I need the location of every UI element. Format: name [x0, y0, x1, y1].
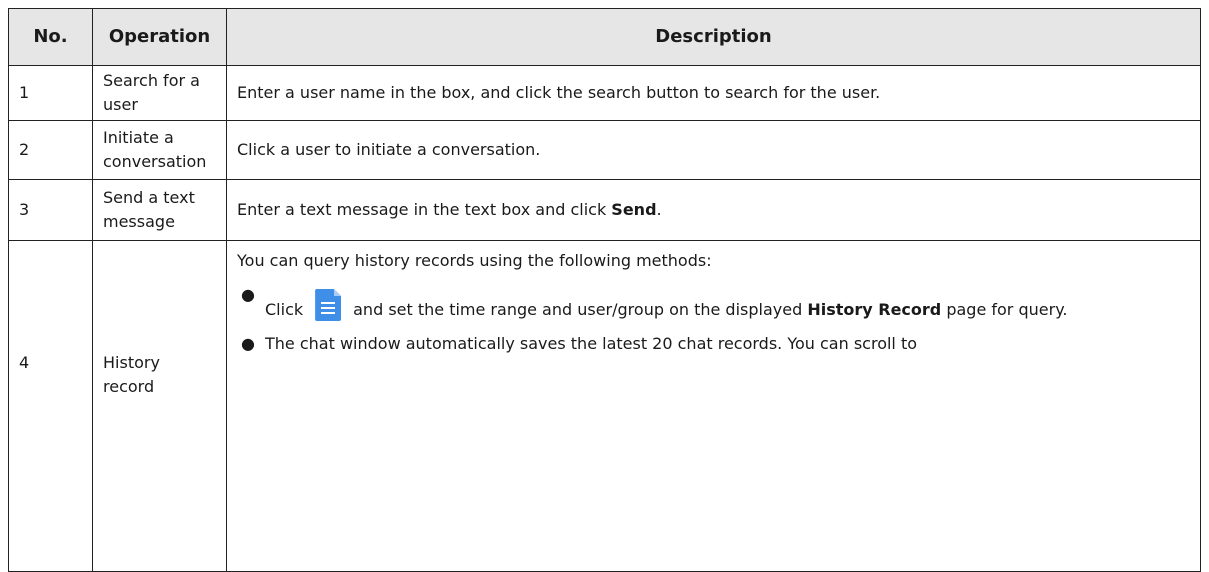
table-row: 2 Initiate a conversation Click a user t…	[8, 120, 1201, 180]
history-intro: You can query history records using the …	[237, 251, 712, 270]
send-keyword: Send	[611, 200, 657, 219]
row-number: 3	[8, 179, 93, 241]
bullet-text: The chat window automatically saves the …	[265, 334, 918, 353]
header-description: Description	[226, 8, 1201, 66]
table-row: 1 Search for a user Enter a user name in…	[8, 65, 1201, 121]
row-operation: Initiate a conversation	[92, 120, 227, 180]
row-description: You can query history records using the …	[226, 240, 1201, 572]
row-number: 1	[8, 65, 93, 121]
bullet-icon: ●	[241, 334, 255, 353]
table-row: 3 Send a text message Enter a text messa…	[8, 179, 1201, 241]
row-operation: Search for a user	[92, 65, 227, 121]
row-operation: History record	[92, 240, 227, 572]
list-item: ● Click and set the time range and user/g…	[237, 283, 1190, 322]
table-row: 4 History record You can query history r…	[8, 240, 1201, 572]
row-description: Enter a user name in the box, and click …	[226, 65, 1201, 121]
row-description: Click a user to initiate a conversation.	[226, 120, 1201, 180]
row-number: 4	[8, 240, 93, 572]
operations-table: No. Operation Description 1 Search for a…	[8, 8, 1201, 572]
list-item: ● The chat window automatically saves th…	[237, 332, 1190, 356]
row-operation: Send a text message	[92, 179, 227, 241]
table-header-row: No. Operation Description	[8, 8, 1201, 66]
description-text: Enter a text message in the text box and…	[237, 200, 612, 219]
bullet-text: and set the time range and user/group on…	[353, 300, 808, 319]
bullet-text-end: page for query.	[941, 300, 1068, 319]
row-description: Enter a text message in the text box and…	[226, 179, 1201, 241]
history-methods-list: ● Click and set the time range and user/g…	[237, 283, 1190, 356]
header-operation: Operation	[92, 8, 227, 66]
click-word: Click	[265, 300, 304, 319]
header-no: No.	[8, 8, 93, 66]
row-number: 2	[8, 120, 93, 180]
document-icon	[315, 289, 342, 321]
history-record-keyword: History Record	[807, 300, 942, 319]
description-period: .	[656, 200, 662, 219]
bullet-icon: ●	[241, 285, 255, 304]
